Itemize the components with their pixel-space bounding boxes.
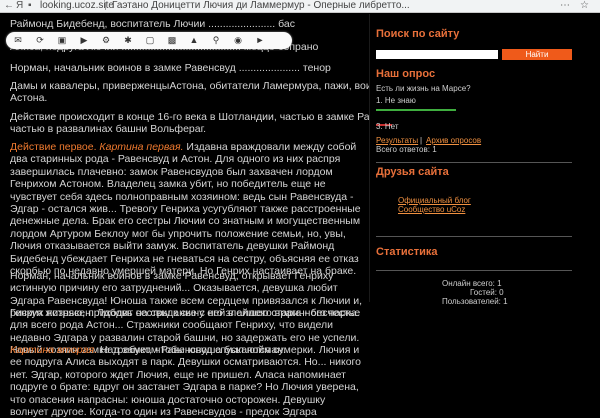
friends-title: Друзья сайта (376, 166, 449, 178)
lock-icon: ▪ (28, 0, 32, 11)
back-arrow-icon[interactable]: ← (4, 0, 14, 12)
bell-icon[interactable]: ▲ (186, 34, 202, 47)
scene-two-paragraph: Картина вторая. Над замком Равенсвуд спу… (10, 344, 366, 418)
stats-users: Пользователей: 1 (442, 297, 508, 306)
video-icon[interactable]: ▶ (76, 34, 92, 47)
bookmark-icon[interactable]: ☆ (580, 0, 589, 12)
act-one-heading: Действие первое. (10, 141, 97, 153)
cast-chorus: Дамы и кавалеры, приверженцыАстона, обит… (10, 80, 418, 92)
link-separator: | (420, 136, 423, 145)
poll-title: Наш опрос (376, 68, 436, 80)
cast-norman: Норман, начальник воинов в замке Равенсв… (10, 62, 331, 74)
sidebar: Поиск по сайту Найти Наш опрос Есть ли ж… (369, 14, 573, 306)
poll-votes: Всего ответов: 1 (376, 145, 437, 154)
eye-icon[interactable]: ◉ (230, 34, 246, 47)
stats-online: Онлайн всего: 1 (442, 279, 502, 288)
poll-question: Есть ли жизнь на Марсе? (376, 84, 471, 93)
save-icon[interactable]: ▩ (164, 34, 180, 47)
browser-address-bar: ← Я ▪ looking.ucoz.site Гаэтано Доницетт… (0, 0, 600, 13)
play-icon[interactable]: ► (252, 34, 268, 47)
search-button[interactable]: Найти (502, 49, 572, 60)
search-input[interactable] (376, 50, 498, 59)
divider (376, 236, 572, 237)
search-icon[interactable]: ⚲ (208, 34, 224, 47)
scene-one-heading: Картина первая. (99, 141, 184, 153)
divider (376, 270, 572, 271)
stats-title: Статистика (376, 246, 438, 258)
cast-chorus-cont: Астона. (10, 92, 48, 104)
cast-raymond: Раймонд Бидебенд, воспитатель Лючии ....… (10, 18, 295, 30)
settings-icon[interactable]: ✱ (120, 34, 136, 47)
archive-link[interactable]: Архив опросов (426, 136, 481, 145)
folder-icon[interactable]: ▢ (142, 34, 158, 47)
act-one-paragraph: Действие первое. Картина первая. Издавна… (10, 141, 366, 277)
stats-guests: Гостей: 0 (470, 288, 504, 297)
yandex-icon[interactable]: Я (16, 0, 23, 12)
poll-option-3[interactable]: 3. Нет (376, 122, 399, 131)
official-blog-link[interactable]: Официальный блог (398, 196, 471, 205)
image-icon[interactable]: ▣ (54, 34, 70, 47)
setting-line: Действие происходит в конце 16-го века в… (10, 111, 412, 123)
poll-option-1[interactable]: 1. Не знаю (376, 96, 416, 105)
page-title: Гаэтано Доницетти Лючия ди Ламмермур - О… (112, 0, 410, 11)
act-one-text: старинных рода - Равенсвуд и Астон. Для … (10, 153, 361, 278)
gear-icon[interactable]: ⚙ (98, 34, 114, 47)
refresh-icon[interactable]: ⟳ (32, 34, 48, 47)
mail-icon[interactable]: ✉ (10, 34, 26, 47)
scene-two-heading: Картина вторая. (10, 344, 98, 356)
setting-line-cont: частью в развалинах башни Вольфераг. (10, 123, 207, 135)
results-link[interactable]: Результаты (376, 136, 418, 145)
divider (376, 162, 572, 163)
more-icon[interactable]: ⋯ (560, 0, 570, 12)
search-title: Поиск по сайту (376, 28, 460, 40)
floating-toolbar: ✉ ⟳ ▣ ▶ ⚙ ✱ ▢ ▩ ▲ ⚲ ◉ ► (6, 32, 292, 49)
poll-bar-1 (376, 109, 456, 111)
community-link[interactable]: Сообщество uCoz (398, 205, 465, 214)
url-text[interactable]: looking.ucoz.site (40, 0, 114, 12)
address-separator (105, 2, 106, 10)
